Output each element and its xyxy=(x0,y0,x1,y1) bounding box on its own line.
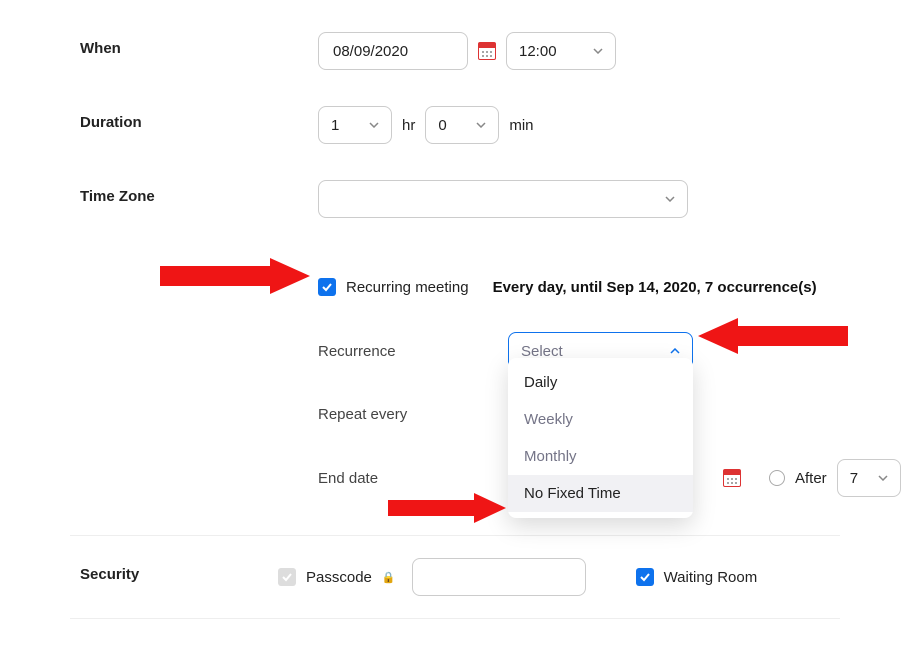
repeat-every-label: Repeat every xyxy=(318,406,498,423)
dropdown-item-daily[interactable]: Daily xyxy=(508,364,693,401)
chevron-down-icon xyxy=(369,119,379,131)
duration-hours-value: 1 xyxy=(331,117,339,134)
after-label: After xyxy=(795,470,827,487)
recurring-summary: Every day, until Sep 14, 2020, 7 occurre… xyxy=(493,279,817,296)
chevron-down-icon xyxy=(476,119,486,131)
time-zone-row: Time Zone xyxy=(0,156,910,230)
duration-hours-select[interactable]: 1 xyxy=(318,106,392,144)
calendar-icon[interactable] xyxy=(478,42,496,60)
dropdown-item-no-fixed-time[interactable]: No Fixed Time xyxy=(508,475,693,512)
repeat-every-row: Repeat every xyxy=(0,382,910,435)
duration-minutes-value: 0 xyxy=(438,117,446,134)
waiting-room-label: Waiting Room xyxy=(664,569,758,586)
calendar-icon[interactable] xyxy=(723,469,741,487)
recurring-checkbox-label: Recurring meeting xyxy=(346,279,469,296)
when-row: When 08/09/2020 12:00 xyxy=(0,20,910,82)
recurring-checkbox[interactable] xyxy=(318,278,336,296)
after-count-value: 7 xyxy=(850,470,858,487)
recurring-row: Recurring meeting Every day, until Sep 1… xyxy=(0,230,910,308)
annotation-arrow-right-icon xyxy=(388,493,506,523)
chevron-up-icon xyxy=(670,345,680,357)
lock-icon: 🔒 xyxy=(382,571,396,584)
divider xyxy=(70,618,840,619)
divider xyxy=(70,535,840,536)
duration-label: Duration xyxy=(0,106,240,131)
after-count-select[interactable]: 7 xyxy=(837,459,901,497)
security-label: Security xyxy=(0,558,240,583)
annotation-arrow-left-icon xyxy=(698,318,848,354)
when-time-select[interactable]: 12:00 xyxy=(506,32,616,70)
time-zone-select[interactable] xyxy=(318,180,688,218)
duration-minutes-select[interactable]: 0 xyxy=(425,106,499,144)
duration-row: Duration 1 hr 0 min xyxy=(0,82,910,156)
recurrence-dropdown: Daily Weekly Monthly No Fixed Time xyxy=(508,358,693,518)
passcode-input[interactable] xyxy=(412,558,586,596)
annotation-arrow-right-icon xyxy=(160,258,310,294)
chevron-down-icon xyxy=(593,45,603,57)
chevron-down-icon xyxy=(665,193,675,205)
minutes-unit: min xyxy=(509,117,533,134)
when-date-value: 08/09/2020 xyxy=(333,43,408,60)
passcode-label: Passcode xyxy=(306,569,372,586)
hours-unit: hr xyxy=(402,117,415,134)
security-row: Security Passcode 🔒 Waiting Room xyxy=(0,544,910,608)
waiting-room-checkbox[interactable] xyxy=(636,568,654,586)
when-time-value: 12:00 xyxy=(519,43,557,60)
passcode-checkbox xyxy=(278,568,296,586)
dropdown-item-monthly[interactable]: Monthly xyxy=(508,438,693,475)
chevron-down-icon xyxy=(878,472,888,484)
dropdown-item-weekly[interactable]: Weekly xyxy=(508,401,693,438)
end-date-label: End date xyxy=(318,470,498,487)
time-zone-label: Time Zone xyxy=(0,180,240,205)
recurrence-label: Recurrence xyxy=(318,343,498,360)
after-radio[interactable] xyxy=(769,470,785,486)
when-label: When xyxy=(0,32,240,57)
when-date-input[interactable]: 08/09/2020 xyxy=(318,32,468,70)
recurrence-value: Select xyxy=(521,343,563,360)
